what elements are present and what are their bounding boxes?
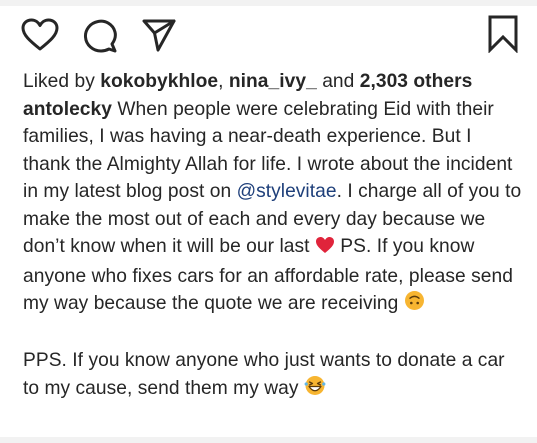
upside-down-face-emoji-icon — [404, 290, 425, 320]
likes-and: and — [322, 71, 355, 92]
post-caption: Liked by kokobykhloe, nina_ivy_ and 2,30… — [23, 68, 523, 404]
comment-icon[interactable] — [82, 18, 118, 54]
caption-text: PPS. If you know anyone who just wants t… — [23, 350, 505, 399]
liker-username[interactable]: kokobykhloe — [100, 71, 218, 92]
caption-pps: PPS. If you know anyone who just wants t… — [23, 347, 523, 404]
likes-prefix: Liked by — [23, 71, 95, 92]
paper-plane-icon[interactable] — [141, 18, 177, 52]
mention-link[interactable]: @stylevitae — [237, 181, 337, 202]
bottom-divider — [0, 437, 537, 443]
bookmark-icon[interactable] — [487, 15, 519, 53]
likes-others-link[interactable]: 2,303 others — [360, 71, 473, 92]
grinning-squinting-face-emoji-icon — [304, 375, 326, 405]
liker-username[interactable]: nina_ivy_ — [229, 71, 317, 92]
likes-line: Liked by kokobykhloe, nina_ivy_ and 2,30… — [23, 68, 523, 96]
caption-author-username[interactable]: antolecky — [23, 99, 112, 120]
heart-icon[interactable] — [21, 18, 59, 52]
likes-separator: , — [218, 71, 224, 92]
red-heart-emoji-icon — [315, 235, 335, 263]
caption-body: antolecky When people were celebrating E… — [23, 96, 523, 320]
post-action-bar — [0, 0, 537, 60]
